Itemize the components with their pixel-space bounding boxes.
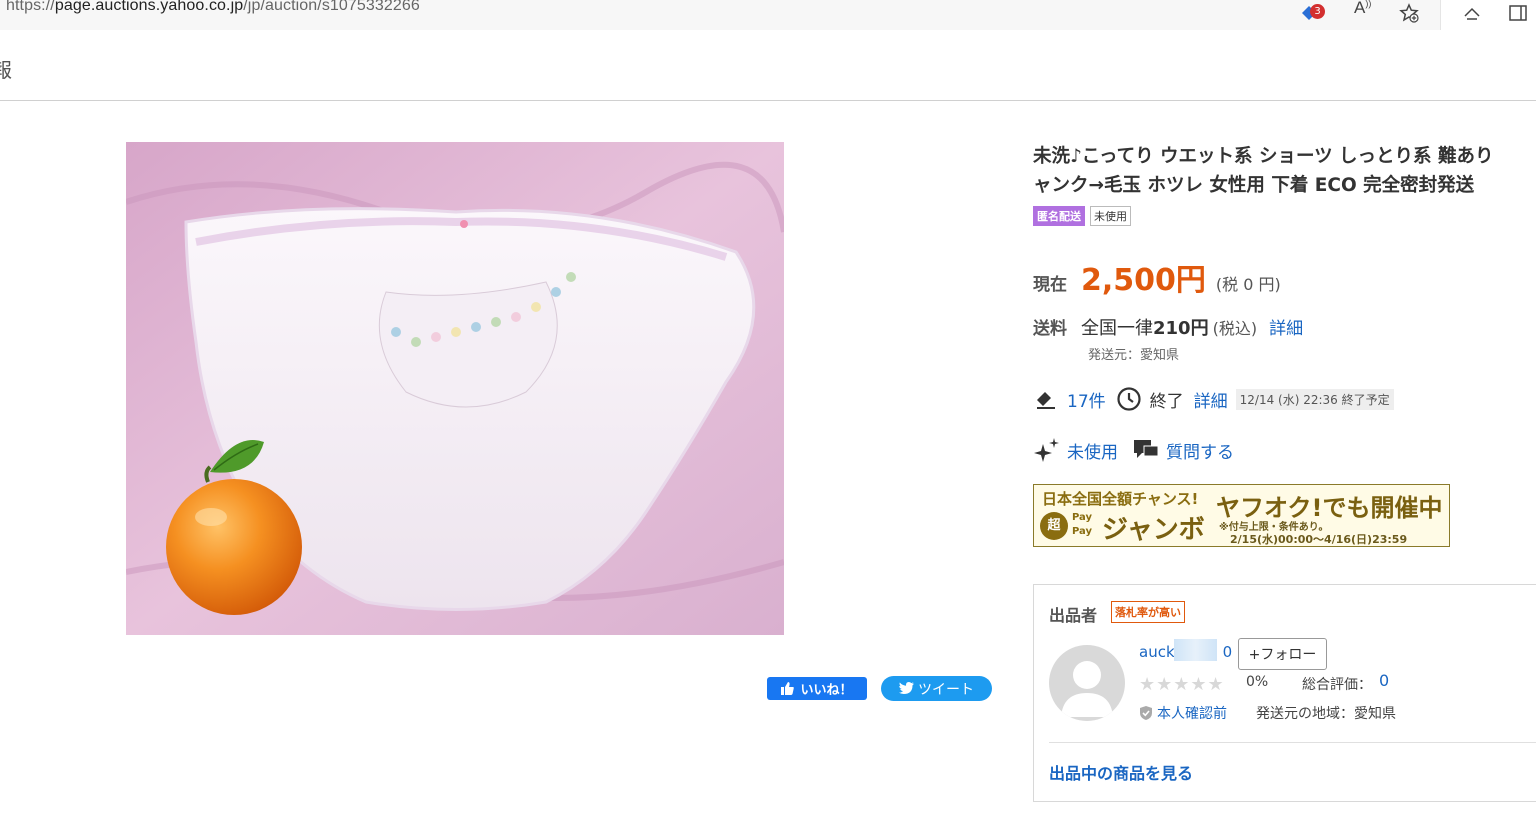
shipping-row: 送料 全国一律210円 (税込) 詳細	[1033, 314, 1303, 340]
sidebar-icon[interactable]	[1507, 2, 1529, 24]
twitter-icon	[899, 682, 914, 694]
price-row: 現在 2,500円 (税 0 円)	[1033, 255, 1281, 299]
banner-period: 2/15(水)00:00〜4/16(日)23:59	[1230, 533, 1408, 546]
follow-button[interactable]: +フォロー	[1238, 638, 1327, 670]
anonymous-shipping-badge: 匿名配送	[1033, 206, 1085, 226]
collections-icon[interactable]	[1461, 2, 1483, 24]
seller-tag: 落札率が高い	[1111, 601, 1185, 623]
url-path: /jp/auction/s1075332266	[243, 0, 420, 14]
banner-left-title: 日本全国全額チャンス!	[1042, 490, 1199, 508]
success-rate: 0%	[1246, 674, 1269, 690]
tweet-button[interactable]: ツイート	[881, 676, 992, 701]
bid-count-link[interactable]: 17件	[1067, 387, 1106, 412]
price-label: 現在	[1033, 275, 1067, 295]
condition-badge: 未使用	[1090, 206, 1131, 226]
avatar[interactable]	[1049, 645, 1125, 721]
condition-link[interactable]: 未使用	[1067, 438, 1118, 463]
rating-stars: ★★★★★	[1139, 674, 1225, 695]
shipping-label: 送料	[1033, 319, 1067, 339]
end-detail-link[interactable]: 詳細	[1194, 387, 1228, 412]
browser-bar: https://page.auctions.yahoo.co.jp/jp/auc…	[0, 0, 1536, 31]
condition-row: 未使用 質問する	[1033, 436, 1234, 464]
seller-box: 出品者 落札率が高い auck 0 +フォロー ★★★★★ 0% 総合評価： 0 …	[1033, 584, 1536, 802]
favorites-icon[interactable]	[1398, 2, 1420, 24]
like-button[interactable]: いいね！	[767, 677, 867, 700]
seller-origin: 発送元の地域：愛知県	[1256, 706, 1396, 722]
paypay-jumbo-logo: 超 Pay Pay ジャンボ	[1040, 510, 1210, 545]
tweet-label: ツイート	[918, 681, 974, 698]
verification-status[interactable]: 本人確認前	[1139, 703, 1227, 723]
browser-side-panel	[1440, 0, 1536, 30]
end-status: 終了	[1149, 391, 1184, 412]
verification-label: 本人確認前	[1157, 706, 1227, 722]
rating-label: 総合評価：	[1302, 677, 1372, 693]
banner-pay-text: Pay Pay	[1072, 512, 1093, 537]
thumbs-up-icon	[781, 682, 795, 695]
shipping-tax: (税込)	[1212, 319, 1258, 338]
sparkle-icon	[1034, 438, 1059, 462]
product-image[interactable]	[126, 142, 784, 635]
shipping-detail-link[interactable]: 詳細	[1269, 314, 1303, 339]
banner-circle: 超	[1040, 512, 1068, 540]
chat-icon	[1134, 440, 1159, 458]
price-tax: (税 0 円)	[1215, 275, 1281, 294]
banner-jumbo-text: ジャンボ	[1102, 515, 1205, 545]
site-header-strip: 報	[0, 30, 1536, 101]
like-label: いいね！	[800, 683, 853, 698]
price-value: 2,500円	[1081, 263, 1206, 298]
badge-group: 匿名配送 未使用	[1033, 206, 1131, 226]
rating-value-link[interactable]: 0	[1379, 671, 1389, 690]
ask-question-link[interactable]: 質問する	[1166, 438, 1234, 463]
read-aloud-icon[interactable]: A))	[1354, 0, 1371, 18]
end-time: 12/14 (水) 22:36 終了予定	[1235, 388, 1394, 410]
site-strip-text: 報	[0, 58, 12, 82]
product-title: 未洗♪こってり ウエット系 ショーツ しっとり系 難あり ャンク→毛玉 ホツレ …	[1033, 142, 1536, 200]
avatar-icon	[1061, 661, 1113, 717]
promo-banner[interactable]: 日本全国全額チャンス! ヤフオク!でも開催中 超 Pay Pay ジャンボ ※付与…	[1033, 484, 1450, 547]
seller-divider	[1049, 742, 1536, 743]
title-line-2: ャンク→毛玉 ホツレ 女性用 下着 ECO 完全密封発送	[1033, 175, 1475, 196]
notification-badge: 3	[1310, 4, 1325, 19]
shipping-value: 全国一律210円	[1081, 318, 1209, 339]
bid-row: 17件 終了 詳細 12/14 (水) 22:36 終了予定	[1033, 386, 1394, 412]
url-prefix: https://	[6, 0, 55, 14]
gavel-icon	[1037, 392, 1055, 409]
clock-icon	[1117, 387, 1141, 411]
url-host: page.auctions.yahoo.co.jp	[54, 0, 244, 14]
title-line-1: 未洗♪こってり ウエット系 ショーツ しっとり系 難あり	[1033, 146, 1494, 167]
seller-label: 出品者	[1049, 606, 1098, 625]
seller-name-blur	[1174, 639, 1217, 661]
address-bar[interactable]: https://page.auctions.yahoo.co.jp/jp/auc…	[6, 0, 420, 15]
seller-items-link[interactable]: 出品中の商品を見る	[1049, 760, 1193, 784]
shield-check-icon	[1140, 706, 1152, 720]
shipping-origin: 発送元：愛知県	[1088, 348, 1180, 363]
